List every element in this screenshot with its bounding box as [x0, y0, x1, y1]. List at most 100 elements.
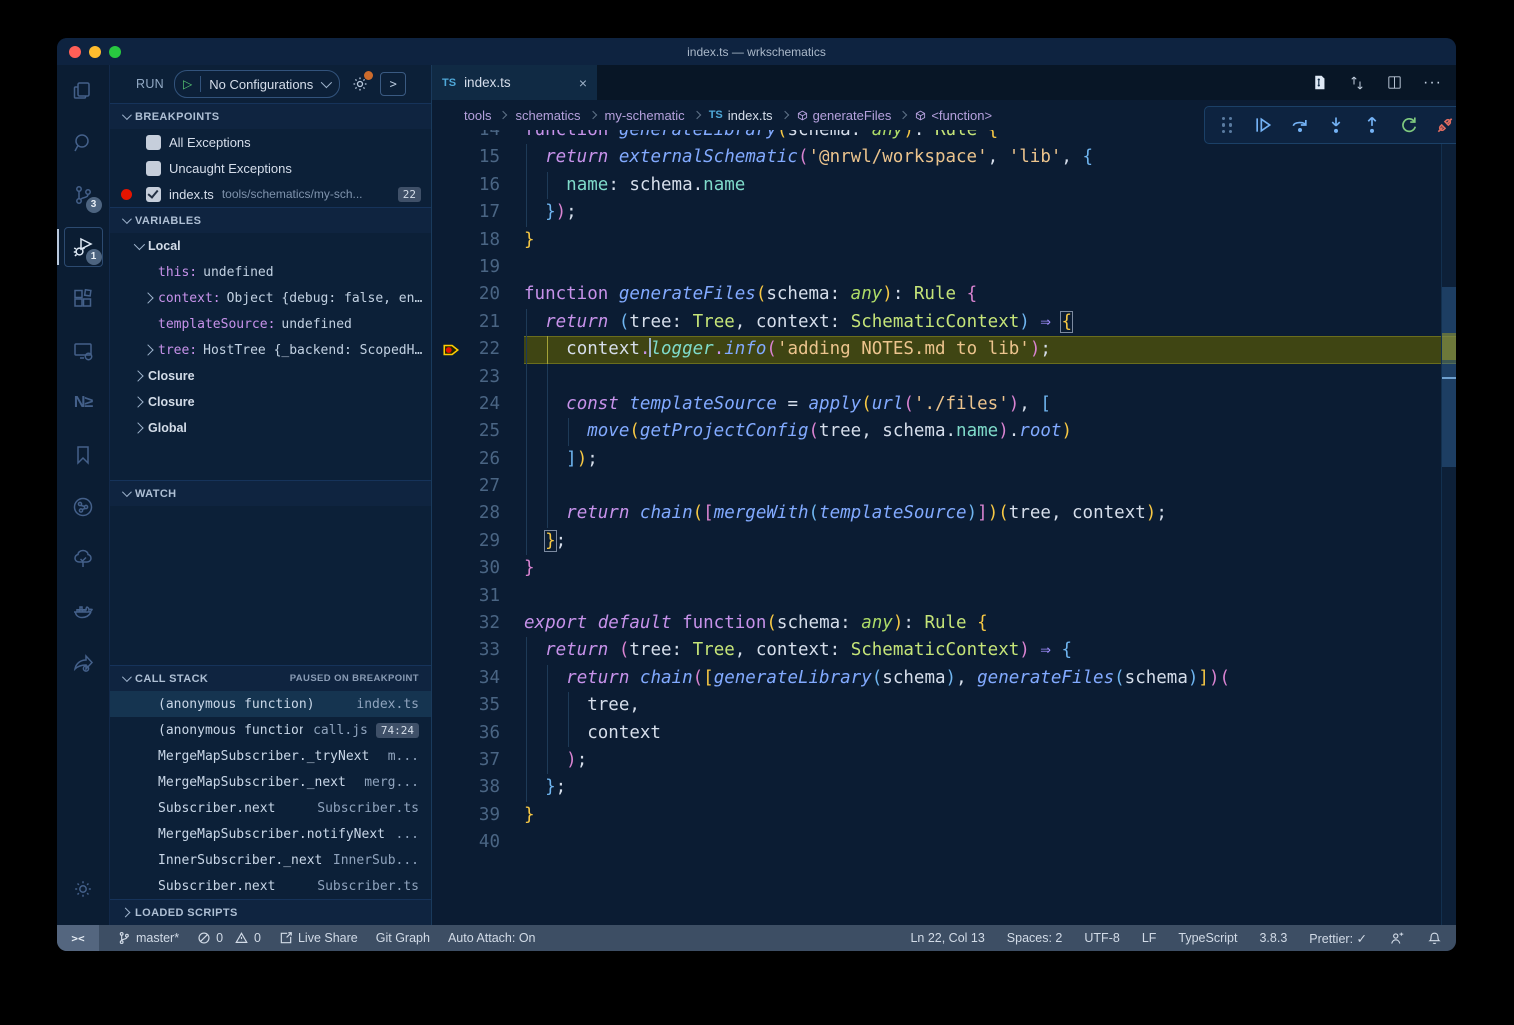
code-line-text[interactable]	[524, 473, 1456, 500]
source-control-icon[interactable]: 3	[57, 169, 110, 221]
restart-icon[interactable]	[1396, 112, 1422, 138]
code-line-text[interactable]: };	[524, 774, 1456, 801]
editor-gutter[interactable]: 27	[432, 473, 524, 500]
bookmarks-icon[interactable]	[57, 429, 110, 481]
code-line-text[interactable]: );	[524, 747, 1456, 774]
code-line-text[interactable]: }	[524, 227, 1456, 254]
debug-console-icon[interactable]: >	[380, 72, 406, 96]
code-area[interactable]: 14function generateLibrary(schema: any):…	[432, 130, 1456, 925]
editor-gutter[interactable]: 36	[432, 720, 524, 747]
code-line-text[interactable]: const templateSource = apply(url('./file…	[524, 391, 1456, 418]
variable-row[interactable]: Closure	[110, 363, 431, 389]
problems-status[interactable]: 0 0	[197, 931, 261, 945]
live-share-status[interactable]: Live Share	[279, 931, 358, 945]
editor-gutter[interactable]: 17	[432, 199, 524, 226]
close-window-button[interactable]	[69, 46, 81, 58]
call-stack-frame[interactable]: MergeMapSubscriber._nextmerg...	[110, 769, 431, 795]
code-line-text[interactable]: return chain([generateLibrary(schema), g…	[524, 665, 1456, 692]
git-graph-status[interactable]: Git Graph	[376, 931, 430, 945]
code-line-text[interactable]	[524, 254, 1456, 281]
code-line[interactable]: 32export default function(schema: any): …	[432, 610, 1456, 637]
code-line-text[interactable]: return externalSchematic('@nrwl/workspac…	[524, 144, 1456, 171]
variable-row[interactable]: Closure	[110, 389, 431, 415]
call-stack-frame[interactable]: MergeMapSubscriber._tryNextm...	[110, 743, 431, 769]
call-stack-frame[interactable]: (anonymous function)call.js74:24	[110, 717, 431, 743]
status-item[interactable]: UTF-8	[1084, 931, 1119, 945]
editor-gutter[interactable]: 40	[432, 829, 524, 856]
code-line-text[interactable]: }	[524, 802, 1456, 829]
editor-gutter[interactable]: 31	[432, 583, 524, 610]
status-item[interactable]: Prettier: ✓	[1309, 931, 1367, 946]
explorer-icon[interactable]	[57, 65, 110, 117]
code-line-text[interactable]	[524, 583, 1456, 610]
git-graph-icon[interactable]	[57, 481, 110, 533]
editor-gutter[interactable]: 21	[432, 309, 524, 336]
extensions-icon[interactable]	[57, 273, 110, 325]
step-into-icon[interactable]	[1323, 112, 1349, 138]
editor-gutter[interactable]: 19	[432, 254, 524, 281]
nx-console-icon[interactable]: N≥	[57, 377, 110, 429]
code-line[interactable]: 30}	[432, 555, 1456, 582]
more-actions-icon[interactable]: ···	[1423, 74, 1442, 92]
status-item[interactable]: LF	[1142, 931, 1157, 945]
status-item[interactable]: 3.8.3	[1259, 931, 1287, 945]
breadcrumb-item[interactable]: <function>	[915, 108, 992, 123]
code-line[interactable]: 19	[432, 254, 1456, 281]
editor-gutter[interactable]: 37	[432, 747, 524, 774]
code-line[interactable]: 29 };	[432, 528, 1456, 555]
code-line[interactable]: 39}	[432, 802, 1456, 829]
editor-gutter[interactable]: 26	[432, 446, 524, 473]
code-line[interactable]: 36 context	[432, 720, 1456, 747]
variable-row[interactable]: this:undefined	[110, 259, 431, 285]
continue-icon[interactable]	[1250, 112, 1276, 138]
code-line-text[interactable]: name: schema.name	[524, 172, 1456, 199]
code-line-text[interactable]: return chain([mergeWith(templateSource)]…	[524, 500, 1456, 527]
step-over-icon[interactable]	[1287, 112, 1313, 138]
auto-attach-status[interactable]: Auto Attach: On	[448, 931, 536, 945]
settings-gear-icon[interactable]	[57, 863, 110, 915]
scrollbar[interactable]	[1441, 130, 1456, 925]
remote-indicator[interactable]: ><	[57, 925, 99, 951]
code-line-text[interactable]: export default function(schema: any): Ru…	[524, 610, 1456, 637]
tab-index-ts[interactable]: TS index.ts ×	[432, 65, 597, 100]
breadcrumb-item[interactable]: schematics	[515, 108, 580, 123]
breakpoints-header[interactable]: BREAKPOINTS	[110, 103, 431, 129]
code-line[interactable]: 16 name: schema.name	[432, 172, 1456, 199]
breadcrumb-item[interactable]: generateFiles	[797, 108, 892, 123]
start-debug-icon[interactable]: ▷	[183, 77, 192, 91]
editor-gutter[interactable]: 23	[432, 364, 524, 391]
call-stack-frame[interactable]: MergeMapSubscriber.notifyNext...	[110, 821, 431, 847]
editor-gutter[interactable]: 29	[432, 528, 524, 555]
code-line[interactable]: 23	[432, 364, 1456, 391]
code-line[interactable]: 40	[432, 829, 1456, 856]
variable-row[interactable]: context:Object {debug: false, en…	[110, 285, 431, 311]
git-branch-status[interactable]: master*	[117, 931, 179, 945]
notifications-bell-icon[interactable]	[1427, 931, 1442, 946]
maximize-window-button[interactable]	[109, 46, 121, 58]
editor-gutter[interactable]: 20	[432, 281, 524, 308]
code-line-text[interactable]: });	[524, 199, 1456, 226]
code-line[interactable]: 25 move(getProjectConfig(tree, schema.na…	[432, 418, 1456, 445]
breakpoint-checkbox[interactable]	[146, 135, 161, 150]
docker-icon[interactable]	[57, 585, 110, 637]
breakpoint-item[interactable]: All Exceptions	[110, 129, 431, 155]
split-editor-icon[interactable]	[1386, 74, 1403, 91]
editor-gutter[interactable]: 30	[432, 555, 524, 582]
step-out-icon[interactable]	[1359, 112, 1385, 138]
editor-gutter[interactable]: 15	[432, 144, 524, 171]
editor-gutter[interactable]: 18	[432, 227, 524, 254]
variable-row[interactable]: templateSource:undefined	[110, 311, 431, 337]
variables-header[interactable]: VARIABLES	[110, 207, 431, 233]
call-stack-frame[interactable]: (anonymous function)index.ts	[110, 691, 431, 717]
code-line[interactable]: 22 context.logger.info('adding NOTES.md …	[432, 336, 1456, 363]
code-line[interactable]: 21 return (tree: Tree, context: Schemati…	[432, 309, 1456, 336]
toolbar-drag-handle[interactable]	[1214, 112, 1240, 138]
editor-gutter[interactable]: 16	[432, 172, 524, 199]
editor-gutter[interactable]: 25	[432, 418, 524, 445]
search-icon[interactable]	[57, 117, 110, 169]
editor-gutter[interactable]: 32	[432, 610, 524, 637]
code-line[interactable]: 18}	[432, 227, 1456, 254]
code-line[interactable]: 34 return chain([generateLibrary(schema)…	[432, 665, 1456, 692]
editor-gutter[interactable]: 34	[432, 665, 524, 692]
loaded-scripts-header[interactable]: LOADED SCRIPTS	[110, 899, 431, 925]
